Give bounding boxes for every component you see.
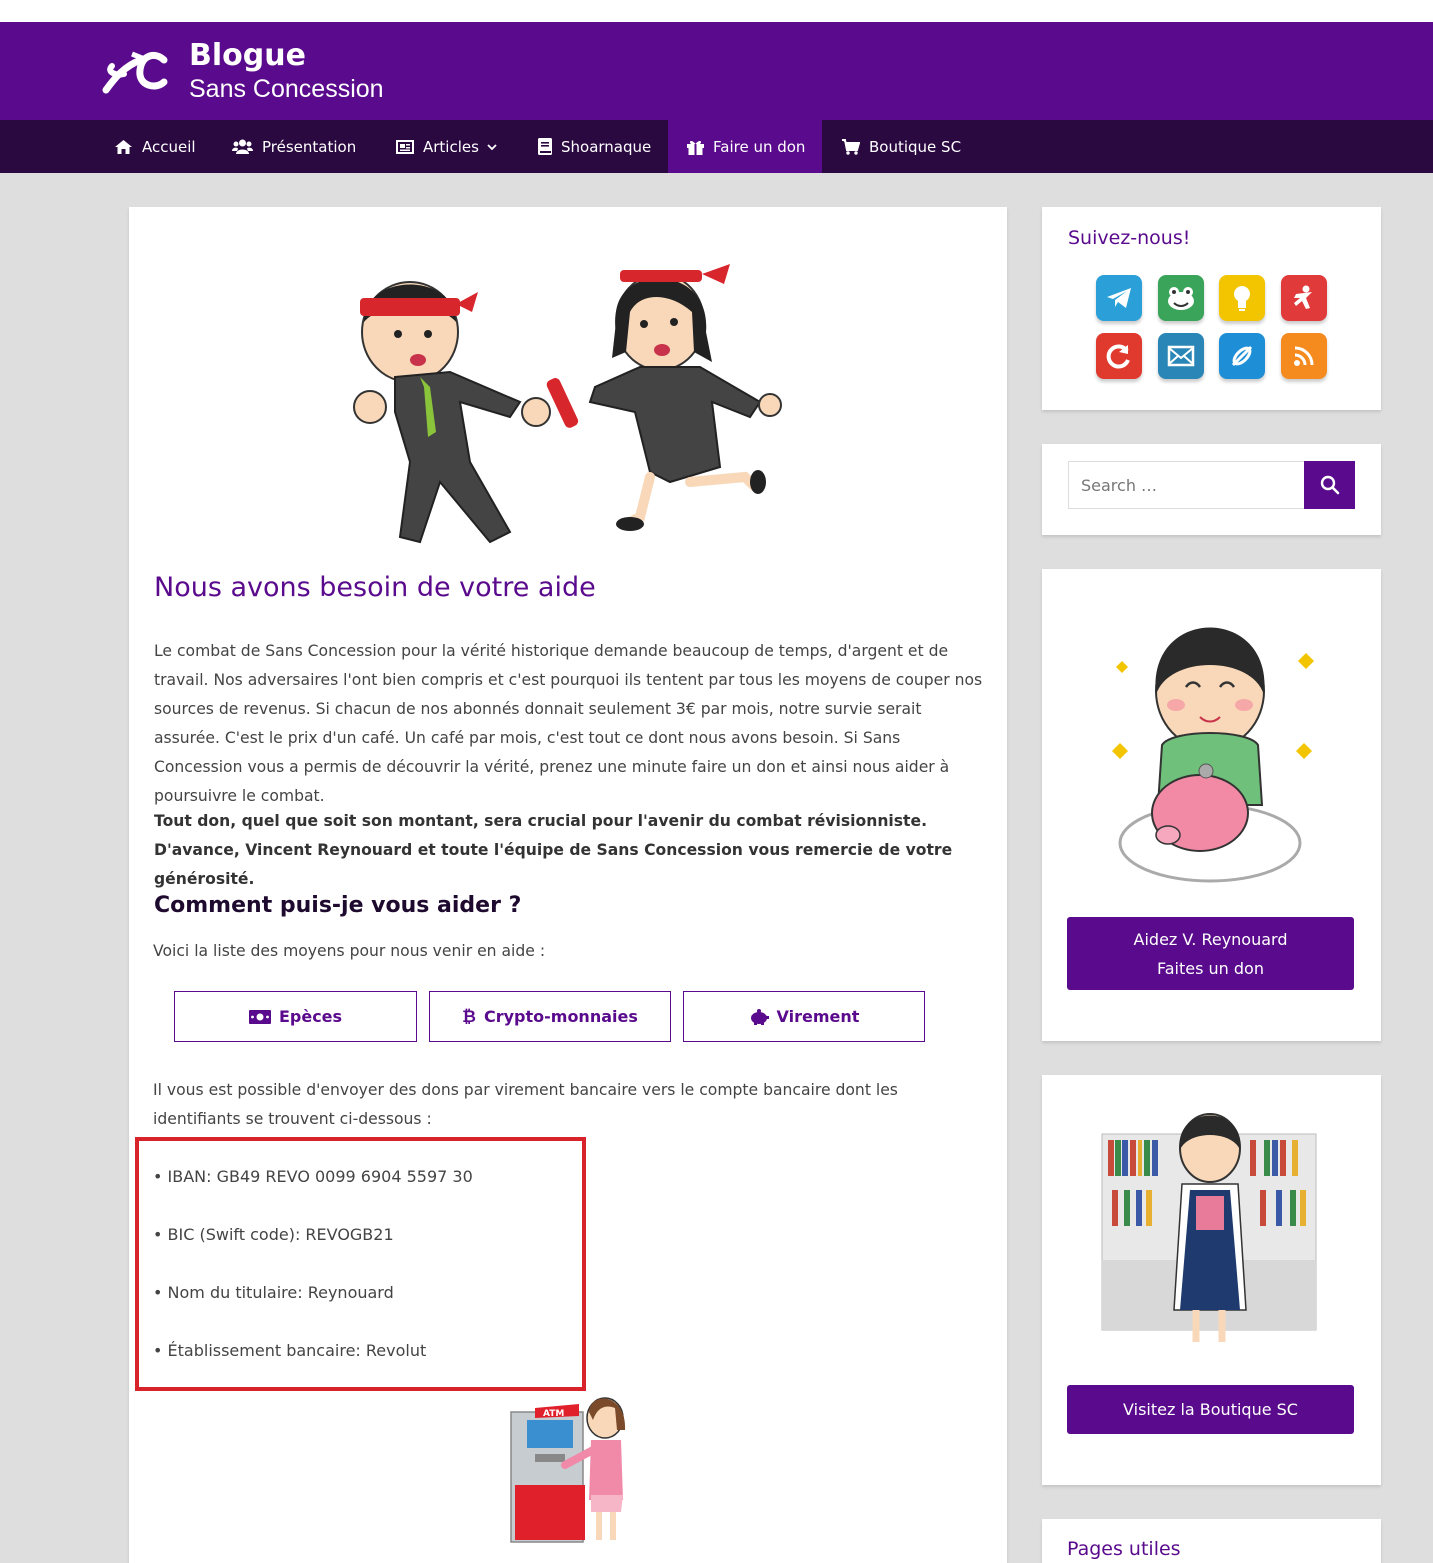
site-subtitle[interactable]: Sans Concession [189, 74, 384, 104]
refresh-icon[interactable] [1096, 333, 1142, 379]
link-icon[interactable] [1219, 333, 1265, 379]
iban-line: • IBAN: GB49 REVO 0099 6904 5597 30 [153, 1167, 473, 1186]
cash-button[interactable]: Epèces [174, 991, 417, 1042]
users-icon [232, 139, 253, 154]
nav-item-accueil[interactable]: Accueil [114, 120, 196, 173]
gift-icon [687, 140, 704, 155]
bic-line: • BIC (Swift code): REVOGB21 [153, 1225, 394, 1244]
mail-icon[interactable] [1158, 333, 1204, 379]
newspaper-icon [396, 139, 414, 154]
crypto-button[interactable]: ₿ Crypto-monnaies [429, 991, 671, 1042]
donate-line-2: Faites un don [1157, 958, 1264, 978]
main-navigation: Accueil Présentation Articles Shoarnaque… [0, 120, 1433, 173]
help-intro: Voici la liste des moyens pour nous veni… [153, 942, 546, 960]
lightbulb-icon[interactable] [1219, 275, 1265, 321]
button-label: Crypto-monnaies [483, 1007, 638, 1026]
page-heading: Nous avons besoin de votre aide [154, 572, 596, 603]
bitcoin-icon: ₿ [462, 1006, 476, 1027]
gab-icon[interactable] [1281, 275, 1327, 321]
rss-icon[interactable] [1281, 333, 1327, 379]
donate-line-1: Aidez V. Reynouard [1133, 929, 1288, 949]
logo-icon[interactable] [102, 46, 168, 98]
holder-line: • Nom du titulaire: Reynouard [153, 1283, 394, 1302]
intro-paragraph: Le combat de Sans Concession pour la vér… [154, 642, 983, 805]
nav-label: Accueil [142, 137, 196, 156]
nav-item-presentation[interactable]: Présentation [232, 120, 356, 173]
donate-button[interactable]: Aidez V. Reynouard Faites un don [1067, 917, 1354, 990]
site-title[interactable]: Blogue [189, 38, 306, 74]
piggy-bank-illustration [1112, 627, 1314, 883]
nav-label: Boutique SC [869, 137, 962, 156]
transfer-button[interactable]: Virement [683, 991, 925, 1042]
piggy-bank-icon [750, 1008, 769, 1025]
cart-icon [842, 138, 860, 155]
atm-illustration: ATM [510, 1397, 626, 1543]
section-heading: Comment puis-je vous aider ? [154, 893, 522, 918]
telegram-icon[interactable] [1096, 275, 1142, 321]
chevron-down-icon [487, 143, 497, 150]
top-strip [0, 0, 1433, 22]
thanks-paragraph: Tout don, quel que soit son montant, ser… [154, 812, 953, 888]
search-icon [1320, 475, 1339, 495]
frog-icon[interactable] [1158, 275, 1204, 321]
nav-label: Faire un don [713, 137, 806, 156]
nav-label: Présentation [262, 137, 357, 156]
money-bill-icon [248, 1009, 271, 1024]
site-header: Blogue Sans Concession [0, 22, 1433, 120]
bank-name-line: • Établissement bancaire: Revolut [153, 1341, 427, 1360]
pages-title: Pages utiles [1067, 1538, 1181, 1560]
button-label: Epèces [278, 1007, 343, 1026]
shop-button[interactable]: Visitez la Boutique SC [1067, 1385, 1354, 1434]
nav-item-articles[interactable]: Articles [396, 120, 498, 173]
follow-title: Suivez-nous! [1068, 227, 1191, 249]
button-label: Virement [776, 1007, 860, 1026]
atm-sign-text: ATM [543, 1409, 564, 1419]
nav-item-shoarnaque[interactable]: Shoarnaque [538, 120, 651, 173]
search-input[interactable]: Search … [1068, 461, 1305, 509]
nav-label: Articles [423, 137, 479, 156]
search-button[interactable] [1304, 461, 1355, 509]
bookshop-illustration [1101, 1113, 1317, 1342]
nav-item-boutique[interactable]: Boutique SC [842, 120, 961, 173]
home-icon [115, 139, 132, 154]
nav-item-faire-un-don[interactable]: Faire un don [668, 120, 822, 173]
relay-illustration [353, 264, 782, 544]
nav-label: Shoarnaque [561, 137, 652, 156]
book-icon [538, 138, 552, 155]
transfer-paragraph: Il vous est possible d'envoyer des dons … [153, 1081, 898, 1128]
